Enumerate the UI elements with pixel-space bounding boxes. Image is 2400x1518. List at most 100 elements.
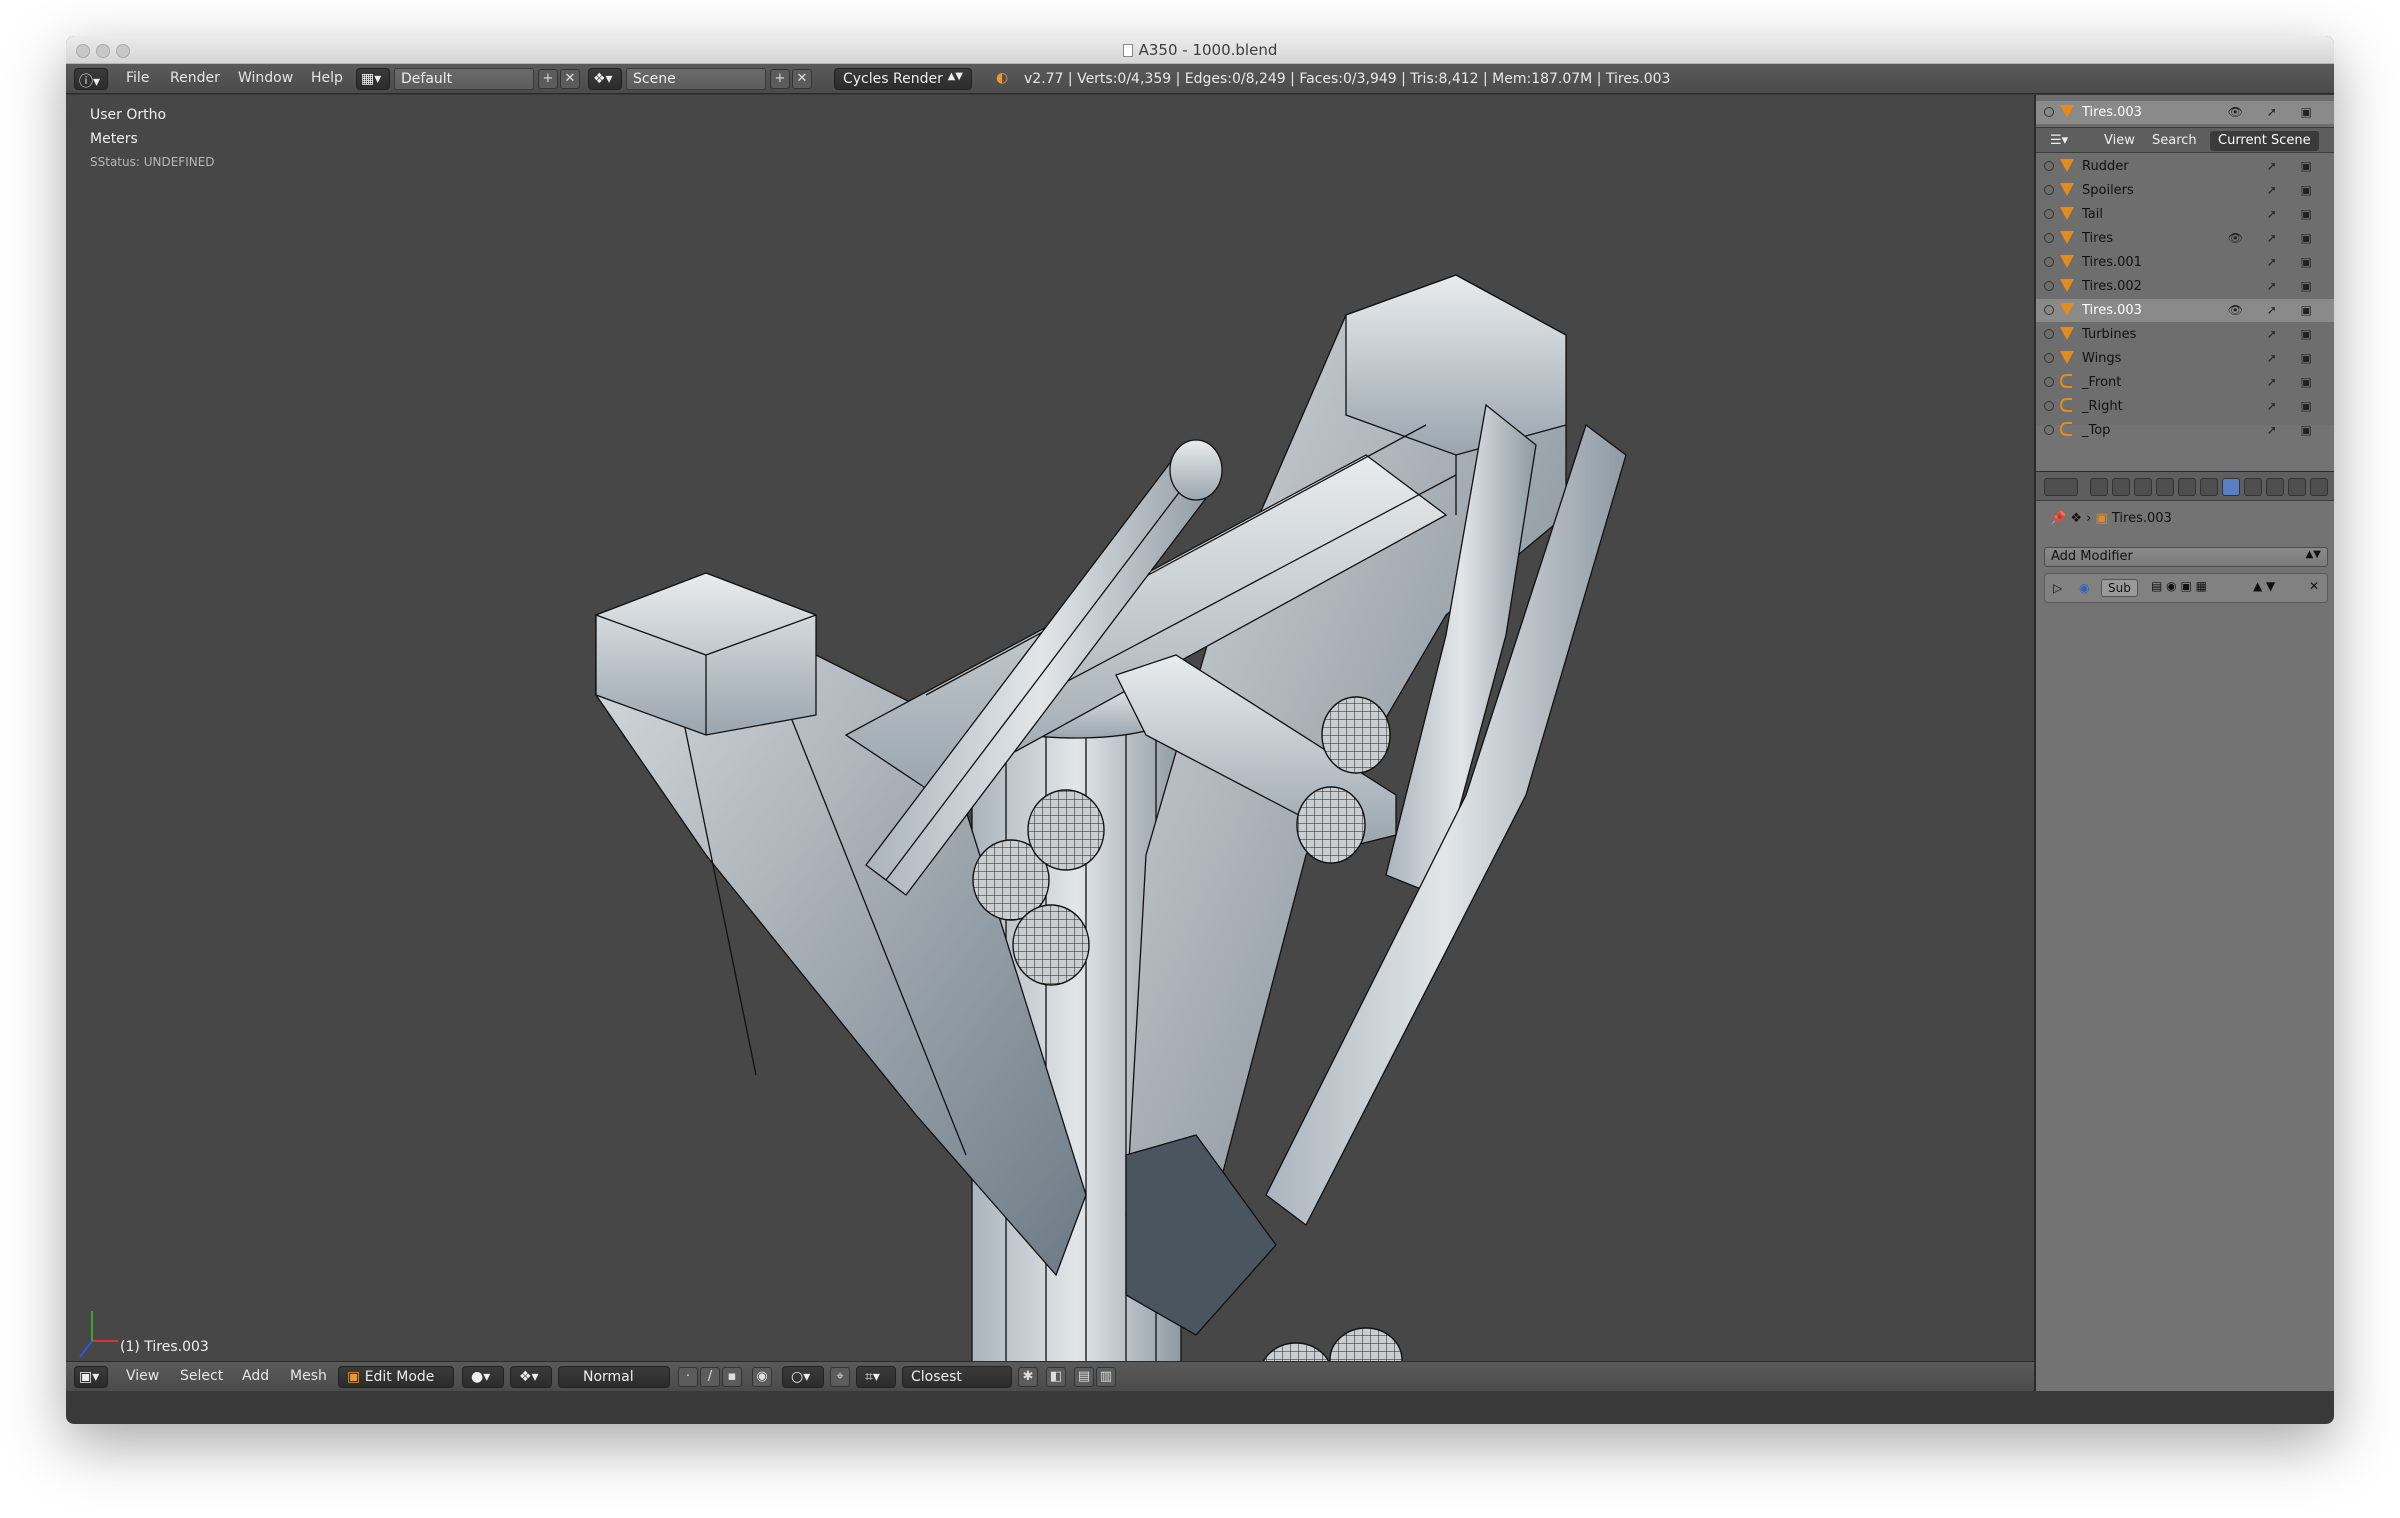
restrict-icons[interactable]: ➚ ▣ [2267,159,2322,173]
remove-layout-icon[interactable]: ✕ [560,69,580,89]
proportional-editing-dropdown[interactable]: ○▾ [782,1366,824,1388]
screen-layout-icon[interactable]: ▦▾ [356,68,390,90]
outliner-item-spoilers[interactable]: Spoilers ➚ ▣ [2036,179,2334,202]
viewport-shading-dropdown[interactable]: ●▾ [462,1366,504,1388]
opengl-render-icon[interactable]: ▤ [1074,1367,1094,1387]
material-tab-icon[interactable] [2266,478,2284,496]
menu-help[interactable]: Help [311,70,343,86]
expand-icon[interactable] [2044,281,2054,291]
pin-icon[interactable]: 📌 ❖ › [2050,511,2095,526]
move-modifier-icons[interactable]: ▲ ▼ [2253,579,2275,593]
visibility-icons[interactable]: 👁 ➚ ▣ [2228,105,2322,119]
face-select-icon[interactable]: ▪ [722,1367,742,1387]
expand-icon[interactable] [2044,209,2054,219]
modifier-panel[interactable]: ▷ ◉ Sub ▤ ◉ ▣ ▦ ▲ ▼ ✕ [2044,573,2328,603]
restrict-icons[interactable]: ➚ ▣ [2267,351,2322,365]
menu-add[interactable]: Add [242,1368,269,1384]
restrict-icons[interactable]: ➚ ▣ [2267,375,2322,389]
outliner-item-tires-003[interactable]: Tires.003 👁 ➚ ▣ [2036,299,2334,322]
mode-dropdown[interactable]: ▣ Edit Mode [338,1366,454,1388]
outliner-item-wings[interactable]: Wings ➚ ▣ [2036,347,2334,370]
restrict-icons[interactable]: ➚ ▣ [2267,423,2322,437]
outliner-item-tires-002[interactable]: Tires.002 ➚ ▣ [2036,275,2334,298]
add-modifier-dropdown[interactable]: Add Modifier ▲▼ [2044,547,2328,567]
outliner-tab-view[interactable]: View [2096,131,2143,151]
editor-type-3d-icon[interactable]: ▣▾ [74,1366,108,1388]
limit-selection-icon[interactable]: ◉ [752,1367,772,1387]
restrict-icons[interactable]: ➚ ▣ [2267,183,2322,197]
expand-icon[interactable] [2044,257,2054,267]
outliner-display-mode[interactable]: Current Scene [2210,131,2319,151]
outliner-item-top-camera[interactable]: _Top ➚ ▣ [2036,419,2334,442]
world-tab-icon[interactable] [2156,478,2174,496]
render-preview-icon[interactable]: ◧ [1046,1367,1066,1387]
3d-viewport[interactable]: User Ortho Meters SStatus: UNDEFINED (1)… [66,95,2034,1361]
menu-file[interactable]: File [126,70,149,86]
add-layout-icon[interactable]: + [538,69,558,89]
outliner-item-right-camera[interactable]: _Right ➚ ▣ [2036,395,2334,418]
restrict-icons[interactable]: ➚ ▣ [2267,327,2322,341]
remove-modifier-icon[interactable]: ✕ [2309,579,2319,593]
pivot-point-dropdown[interactable]: ❖▾ [510,1366,552,1388]
outliner-editor-icon[interactable]: ☰▾ [2042,131,2076,151]
modifier-name-field[interactable]: Sub [2101,579,2138,597]
restrict-icons[interactable]: 👁 ➚ ▣ [2228,303,2322,317]
menu-mesh[interactable]: Mesh [290,1368,327,1384]
outliner-item-tires-001[interactable]: Tires.001 ➚ ▣ [2036,251,2334,274]
scene-field[interactable]: Scene [626,68,766,90]
expand-icon[interactable] [2044,353,2054,363]
snap-element-dropdown[interactable]: ⌗▾ [856,1366,896,1388]
outliner-item-tires[interactable]: Tires 👁 ➚ ▣ [2036,227,2334,250]
expand-icon[interactable] [2044,185,2054,195]
expand-modifier-icon[interactable]: ▷ [2053,581,2062,595]
outliner-item-rudder[interactable]: Rudder ➚ ▣ [2036,155,2334,178]
constraints-tab-icon[interactable] [2200,478,2218,496]
snap-toggle-icon[interactable]: ⌖ [830,1367,850,1387]
expand-icon[interactable] [2044,305,2054,315]
texture-tab-icon[interactable] [2288,478,2306,496]
object-tab-icon[interactable] [2178,478,2196,496]
menu-select[interactable]: Select [180,1368,223,1384]
snap-options-icon[interactable]: ✱ [1018,1367,1038,1387]
add-scene-icon[interactable]: + [770,69,790,89]
landing-gear-model[interactable] [66,95,2034,1361]
outliner-item-front-camera[interactable]: _Front ➚ ▣ [2036,371,2334,394]
vertex-select-icon[interactable]: · [678,1367,698,1387]
transform-orientation-dropdown[interactable]: Normal [558,1366,670,1388]
restrict-icons[interactable]: 👁 ➚ ▣ [2228,231,2322,245]
modifier-visibility-icons[interactable]: ▤ ◉ ▣ ▦ [2151,579,2207,593]
restrict-icons[interactable]: ➚ ▣ [2267,255,2322,269]
expand-icon[interactable] [2044,401,2054,411]
outliner-item-tail[interactable]: Tail ➚ ▣ [2036,203,2334,226]
menu-window[interactable]: Window [238,70,293,86]
expand-icon[interactable] [2044,329,2054,339]
outliner[interactable]: Tires.003 👁 ➚ ▣ ☰▾ View Search Current S… [2036,95,2334,438]
expand-icon[interactable] [2044,233,2054,243]
render-layers-tab-icon[interactable] [2112,478,2130,496]
scene-icon[interactable]: ❖▾ [588,68,622,90]
menu-render[interactable]: Render [170,70,220,86]
outliner-tab-search[interactable]: Search [2144,131,2205,151]
remove-scene-icon[interactable]: ✕ [792,69,812,89]
restrict-icons[interactable]: ➚ ▣ [2267,207,2322,221]
expand-icon[interactable] [2044,107,2054,117]
expand-icon[interactable] [2044,161,2054,171]
restrict-icons[interactable]: ➚ ▣ [2267,279,2322,293]
menu-view[interactable]: View [126,1368,159,1384]
render-engine-dropdown[interactable]: Cycles Render ▲▼ [834,68,972,90]
properties-editor-icon[interactable] [2044,478,2078,496]
scene-tab-icon[interactable] [2134,478,2152,496]
expand-icon[interactable] [2044,377,2054,387]
restrict-icons[interactable]: ➚ ▣ [2267,399,2322,413]
edge-select-icon[interactable]: / [700,1367,720,1387]
snap-target-dropdown[interactable]: Closest [902,1366,1012,1388]
screen-layout-field[interactable]: Default [394,68,534,90]
outliner-item-turbines[interactable]: Turbines ➚ ▣ [2036,323,2334,346]
expand-icon[interactable] [2044,425,2054,435]
editor-type-info-icon[interactable]: ⓘ▾ [74,68,108,90]
render-tab-icon[interactable] [2090,478,2108,496]
opengl-animation-icon[interactable]: ▥ [1096,1367,1116,1387]
data-tab-icon[interactable] [2244,478,2262,496]
outliner-top-item[interactable]: Tires.003 👁 ➚ ▣ [2036,101,2334,124]
physics-tab-icon[interactable] [2310,478,2328,496]
